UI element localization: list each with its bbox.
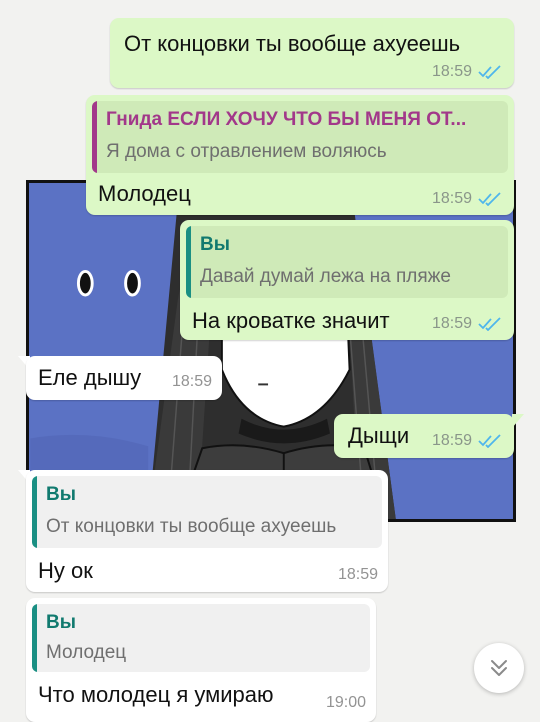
message-meta: 18:59	[432, 315, 502, 333]
scroll-to-bottom-button[interactable]	[474, 643, 524, 693]
message-meta: 18:59	[338, 566, 378, 584]
message-bubble-incoming[interactable]: Вы От концовки ты вообще ахуеешь Ну ок 1…	[26, 470, 388, 592]
double-check-read-icon	[478, 317, 501, 331]
message-meta: 18:59	[172, 373, 212, 391]
message-text: Ну ок	[38, 558, 93, 583]
message-meta: 18:59	[432, 63, 502, 81]
quote-text: Давай думай лежа на пляже	[200, 266, 451, 287]
message-time: 19:00	[325, 694, 366, 711]
quote-bar	[32, 476, 37, 548]
quote-author: Вы	[46, 612, 76, 633]
quote-author: Гнида ЕСЛИ ХОЧУ ЧТО БЫ МЕНЯ ОТ...	[106, 109, 467, 130]
message-bubble-outgoing[interactable]: От концовки ты вообще ахуеешь 18:59	[110, 18, 514, 88]
message-text: На кроватке значит	[192, 308, 390, 333]
message-meta: 19:00	[326, 694, 366, 712]
quoted-message[interactable]: Вы Давай думай лежа на пляже	[186, 226, 508, 298]
message-bubble-outgoing[interactable]: Гнида ЕСЛИ ХОЧУ ЧТО БЫ МЕНЯ ОТ... Я дома…	[86, 95, 514, 215]
double-chevron-down-icon	[491, 660, 507, 676]
quote-text: Я дома с отравлением воляюсь	[106, 141, 387, 162]
quote-text: От концовки ты вообще ахуеешь	[46, 516, 337, 537]
quote-author: Вы	[46, 484, 76, 505]
double-check-read-icon	[478, 434, 501, 448]
bubble-tail	[512, 414, 524, 428]
double-check-read-icon	[478, 65, 501, 79]
quoted-message[interactable]: Вы Молодец	[32, 604, 370, 672]
quote-bar	[92, 101, 97, 173]
message-time: 18:59	[431, 432, 472, 449]
quote-bar	[32, 604, 37, 672]
quote-bar	[186, 226, 191, 298]
message-meta: 18:59	[432, 432, 502, 450]
message-bubble-incoming[interactable]: Еле дышу 18:59	[26, 356, 222, 400]
quoted-message[interactable]: Вы От концовки ты вообще ахуеешь	[32, 476, 382, 548]
quote-author: Вы	[200, 234, 230, 255]
message-bubble-outgoing[interactable]: Вы Давай думай лежа на пляже На кроватке…	[180, 220, 514, 340]
message-text: Еле дышу	[38, 365, 142, 390]
message-bubble-outgoing[interactable]: Дыщи 18:59	[334, 414, 514, 458]
double-check-read-icon	[478, 192, 501, 206]
message-text: Что молодец я умираю	[38, 682, 274, 707]
quoted-message[interactable]: Гнида ЕСЛИ ХОЧУ ЧТО БЫ МЕНЯ ОТ... Я дома…	[92, 101, 508, 173]
message-meta: 18:59	[432, 190, 502, 208]
message-text: Дыщи	[348, 423, 410, 448]
message-time: 18:59	[337, 566, 378, 583]
message-text: От концовки ты вообще ахуеешь	[124, 31, 461, 56]
message-time: 18:59	[431, 190, 472, 207]
message-bubble-incoming[interactable]: Вы Молодец Что молодец я умираю 19:00	[26, 598, 376, 722]
message-text: Молодец	[98, 181, 191, 206]
quote-text: Молодец	[46, 642, 127, 663]
message-time: 18:59	[171, 373, 212, 390]
message-time: 18:59	[431, 315, 472, 332]
message-time: 18:59	[431, 63, 472, 80]
